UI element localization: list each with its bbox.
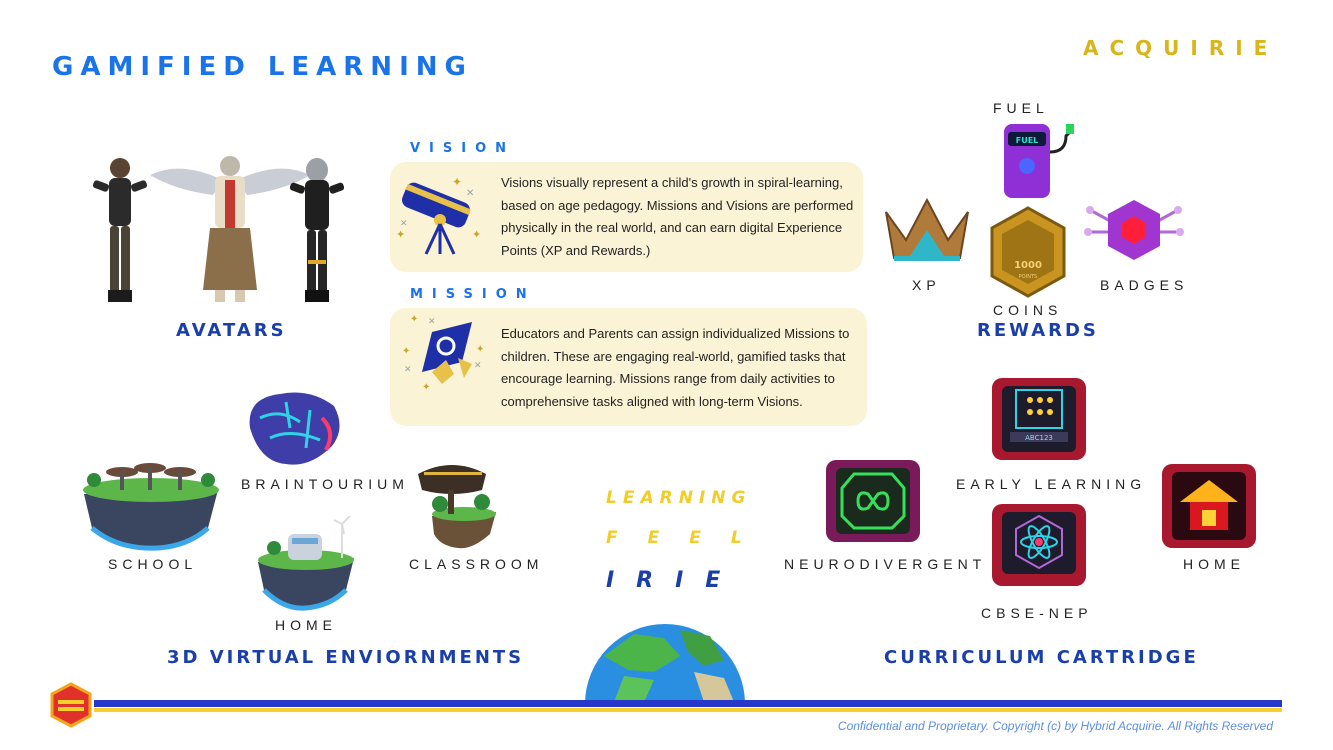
page-title: GAMIFIED LEARNING xyxy=(52,52,473,82)
svg-text:✕: ✕ xyxy=(400,219,408,229)
xp-crown-icon xyxy=(880,194,974,264)
vision-card: ✦ ✕ ✦ ✦ ✕ Visions visually represent a c… xyxy=(390,162,863,272)
svg-text:✕: ✕ xyxy=(428,317,436,327)
xp-label: XP xyxy=(912,277,941,293)
cbse-nep-cartridge-icon xyxy=(990,502,1088,588)
brand-logo-text: ACQUIRIE xyxy=(1083,36,1279,60)
early-learning-label: EARLY LEARNING xyxy=(956,476,1147,492)
home-curriculum-label: HOME xyxy=(1183,556,1245,572)
neurodivergent-cartridge-icon xyxy=(824,458,922,544)
home-cartridge-icon xyxy=(1160,462,1258,550)
svg-text:✕: ✕ xyxy=(466,188,474,199)
cbse-nep-label: CBSE-NEP xyxy=(981,605,1093,621)
badge-hexagon-icon xyxy=(1082,196,1186,266)
svg-text:✦: ✦ xyxy=(410,314,418,325)
avatar-soldier-figure xyxy=(92,158,148,302)
tagline-learning: LEARNING xyxy=(606,488,752,508)
avatars-section-label: AVATARS xyxy=(176,320,287,341)
curriculum-section-label: CURRICULUM CARTRIDGE xyxy=(884,647,1199,668)
school-label: SCHOOL xyxy=(108,556,198,572)
footer-bar-blue xyxy=(94,700,1282,707)
classroom-island-icon xyxy=(412,456,504,552)
svg-text:✕: ✕ xyxy=(404,365,412,375)
coin-unit: POINTS xyxy=(1019,274,1037,280)
svg-text:✦: ✦ xyxy=(422,382,430,392)
telescope-icon: ✦ ✕ ✦ ✦ ✕ xyxy=(394,168,494,264)
rewards-section-label: REWARDS xyxy=(977,320,1099,341)
classroom-label: CLASSROOM xyxy=(409,556,544,572)
vision-heading: VISION xyxy=(410,141,516,156)
brain-island-icon xyxy=(240,388,346,472)
mission-description: Educators and Parents can assign individ… xyxy=(501,326,850,409)
fuel-pump-icon: FUEL xyxy=(1000,122,1080,200)
avatars-illustration xyxy=(85,150,355,310)
svg-text:✦: ✦ xyxy=(452,175,462,189)
environments-section-label: 3D VIRTUAL ENVIORNMENTS xyxy=(167,647,525,668)
home-island-icon xyxy=(254,515,358,612)
tagline-irie: IRIE xyxy=(606,568,743,593)
home-environment-label: HOME xyxy=(275,617,337,633)
avatar-winged-figure xyxy=(150,156,310,302)
mission-heading: MISSION xyxy=(410,287,536,302)
coins-label: COINS xyxy=(993,302,1063,318)
svg-text:✕: ✕ xyxy=(474,361,482,371)
vision-description: Visions visually represent a child's gro… xyxy=(501,175,854,258)
svg-text:✦: ✦ xyxy=(402,346,410,357)
footer-bar-yellow xyxy=(94,708,1282,712)
footer-logo-icon xyxy=(50,682,92,728)
braintourium-label: BRAINTOURIUM xyxy=(241,476,409,492)
svg-text:✦: ✦ xyxy=(476,344,484,355)
fuel-pump-sign: FUEL xyxy=(1016,136,1039,145)
svg-text:✦: ✦ xyxy=(472,228,481,241)
coin-icon: 1000 POINTS xyxy=(988,206,1068,298)
copyright-text: Confidential and Proprietary. Copyright … xyxy=(837,719,1273,733)
coin-value: 1000 xyxy=(1014,260,1042,271)
early-learning-cartridge-icon: ABC123 xyxy=(990,376,1088,462)
globe-icon xyxy=(584,616,746,702)
tagline-feel: FEEL xyxy=(606,528,772,548)
svg-text:✦: ✦ xyxy=(396,228,405,241)
school-island-icon xyxy=(78,458,224,552)
rocket-icon: ✦ ✕ ✦ ✕ ✦ ✕ ✦ xyxy=(402,312,492,393)
mission-card: ✦ ✕ ✦ ✕ ✦ ✕ ✦ Educators and Parents can … xyxy=(390,308,867,426)
badges-label: BADGES xyxy=(1100,277,1189,293)
neurodivergent-label: NEURODIVERGENT xyxy=(784,556,987,572)
fuel-label: FUEL xyxy=(993,100,1049,116)
early-learning-keys: ABC123 xyxy=(1025,434,1053,442)
